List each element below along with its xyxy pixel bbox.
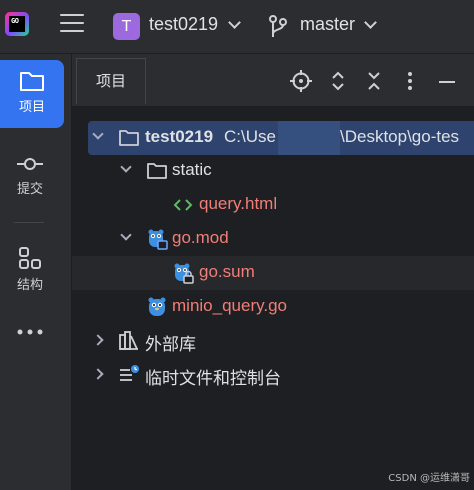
root-path-prefix: C:\Use bbox=[224, 127, 276, 146]
html-file-icon bbox=[173, 199, 193, 211]
git-branch-icon[interactable] bbox=[268, 14, 288, 38]
tree-item-go-mod[interactable]: go.mod bbox=[72, 222, 474, 256]
chevron-down-icon[interactable] bbox=[92, 128, 104, 140]
main-menu-icon[interactable] bbox=[60, 14, 84, 36]
folder-icon bbox=[147, 163, 167, 179]
tool-more-button[interactable] bbox=[0, 328, 60, 336]
folder-icon bbox=[119, 130, 139, 146]
tool-commit-button[interactable]: 提交 bbox=[0, 154, 60, 197]
root-name: test0219 bbox=[145, 127, 214, 146]
tree-item-go-sum[interactable]: go.sum bbox=[72, 256, 474, 290]
item-label: go.sum bbox=[199, 262, 255, 281]
item-label: query.html bbox=[199, 194, 278, 213]
item-label: static bbox=[172, 160, 212, 179]
item-label: 临时文件和控制台 bbox=[145, 369, 281, 388]
project-badge[interactable]: T bbox=[113, 13, 140, 40]
strip-divider bbox=[14, 222, 44, 223]
project-tool-header: 项目 bbox=[72, 54, 474, 106]
tool-strip: 项目 提交 结构 bbox=[0, 54, 72, 490]
gomod-icon bbox=[148, 229, 168, 250]
project-tree: test0219 C:\Use \Desktop\go-tes static q… bbox=[72, 108, 474, 490]
tool-structure-button[interactable]: 结构 bbox=[0, 246, 60, 293]
item-label: 外部库 bbox=[145, 335, 196, 354]
scratches-icon bbox=[120, 365, 139, 381]
tool-project-label: 项目 bbox=[18, 100, 45, 115]
chevron-right-icon[interactable] bbox=[92, 368, 104, 380]
tool-commit-label: 提交 bbox=[16, 182, 43, 197]
more-icon bbox=[17, 329, 43, 335]
folder-icon bbox=[20, 72, 44, 91]
tool-project-button[interactable]: 项目 bbox=[2, 70, 62, 115]
expand-all-icon[interactable] bbox=[327, 70, 349, 92]
chevron-down-icon[interactable] bbox=[120, 229, 132, 241]
tree-item-scratches[interactable]: 临时文件和控制台 bbox=[72, 358, 474, 392]
tool-structure-label: 结构 bbox=[16, 278, 43, 293]
collapse-all-icon[interactable] bbox=[363, 70, 385, 92]
root-path-suffix: \Desktop\go-tes bbox=[340, 127, 460, 146]
tree-item-query-html[interactable]: query.html bbox=[72, 188, 474, 222]
project-chevron-down-icon[interactable] bbox=[228, 16, 241, 29]
watermark: CSDN @运维潇哥 bbox=[388, 473, 470, 484]
goland-logo-icon[interactable]: GO bbox=[5, 12, 29, 36]
item-label: minio_query.go bbox=[172, 296, 287, 315]
chevron-right-icon[interactable] bbox=[92, 334, 104, 346]
title-bar: GO T test0219 master bbox=[0, 0, 474, 54]
library-icon bbox=[119, 331, 138, 350]
commit-icon bbox=[17, 158, 43, 170]
project-name[interactable]: test0219 bbox=[149, 14, 218, 35]
tree-item-external-libraries[interactable]: 外部库 bbox=[72, 324, 474, 358]
chevron-down-icon[interactable] bbox=[120, 161, 132, 173]
tab-project[interactable]: 项目 bbox=[76, 58, 146, 104]
tree-root-row[interactable]: test0219 C:\Use \Desktop\go-tes bbox=[88, 121, 474, 155]
branch-chevron-down-icon[interactable] bbox=[364, 16, 377, 29]
gosum-icon bbox=[174, 263, 194, 284]
options-icon[interactable] bbox=[399, 70, 421, 92]
tree-item-minio-query-go[interactable]: minio_query.go bbox=[72, 290, 474, 324]
locate-icon[interactable] bbox=[290, 70, 312, 92]
branch-name[interactable]: master bbox=[300, 14, 355, 35]
structure-icon bbox=[19, 247, 41, 269]
hide-icon[interactable] bbox=[436, 70, 458, 92]
item-label: go.mod bbox=[172, 228, 229, 247]
go-file-icon bbox=[148, 297, 166, 316]
tree-item-static[interactable]: static bbox=[72, 154, 474, 188]
path-redaction bbox=[278, 121, 340, 155]
